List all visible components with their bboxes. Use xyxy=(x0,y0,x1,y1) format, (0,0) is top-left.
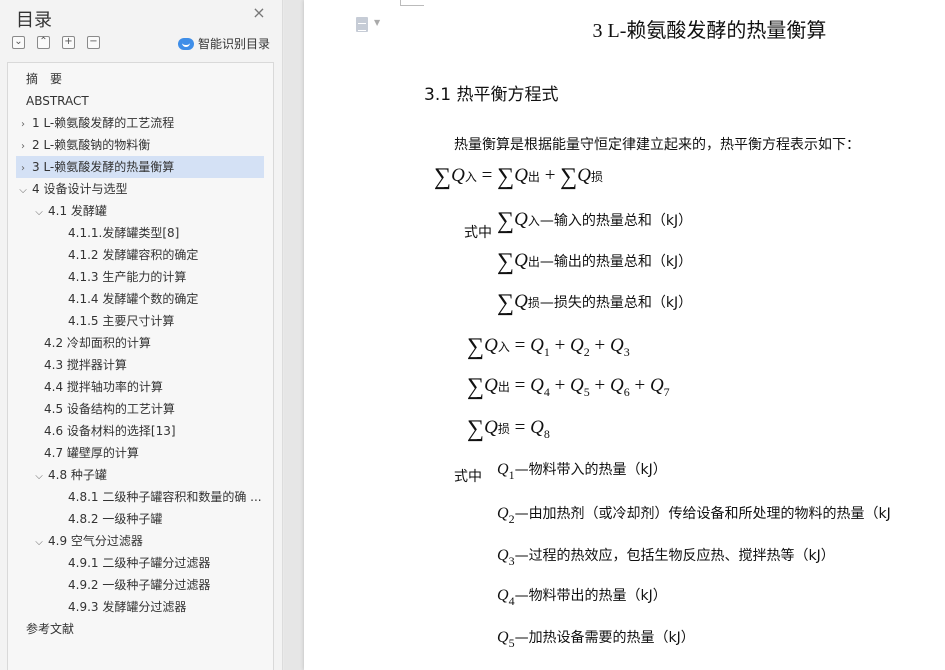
def-loss-line: ∑Q损—损失的热量总和（kJ） xyxy=(497,290,693,316)
toc-toolbar: ⌄ ⌃ + − xyxy=(12,36,100,49)
toc-item-label: 2 L-赖氨酸钠的物料衡 xyxy=(32,138,151,152)
toc-item[interactable]: ⌵ 4 设备设计与选型 xyxy=(8,178,268,200)
toc-item-label: 3 L-赖氨酸发酵的热量衡算 xyxy=(32,160,175,174)
toc-item-label: 4.1.1.发酵罐类型[8] xyxy=(68,226,180,240)
toc-item[interactable]: 4.9.1 二级种子罐分过滤器 xyxy=(8,552,268,574)
toc-item[interactable]: 4.8.1 二级种子罐容积和数量的确 ... xyxy=(8,486,268,508)
smart-toc-button[interactable]: 智能识别目录 xyxy=(178,35,270,52)
toc-item[interactable]: › 2 L-赖氨酸钠的物料衡 xyxy=(8,134,268,156)
def-out-line: ∑Q出—输出的热量总和（kJ） xyxy=(497,249,693,275)
toc-item[interactable]: 摘 要 xyxy=(8,68,268,90)
toc-item[interactable]: 参考文献 xyxy=(8,618,268,640)
q-definition: Q3—过程的热效应，包括生物反应热、搅拌热等（kJ） xyxy=(497,547,835,568)
toc-item-label: 4.8.1 二级种子罐容积和数量的确 ... xyxy=(68,490,262,504)
expand-all-icon[interactable]: ⌄ xyxy=(12,36,25,49)
cloud-icon xyxy=(178,37,194,50)
chevron-down-icon[interactable]: ⌵ xyxy=(34,202,44,224)
toc-item[interactable]: › 3 L-赖氨酸发酵的热量衡算 xyxy=(16,156,264,178)
where-label-2: 式中 xyxy=(454,469,482,485)
chevron-right-icon[interactable]: › xyxy=(18,136,28,158)
toc-item-label: 4.7 罐壁厚的计算 xyxy=(44,446,139,460)
equation-loss: ∑Q损 = Q8 xyxy=(467,416,550,442)
q-definition: Q2—由加热剂（或冷却剂）传给设备和所处理的物料的热量（kJ xyxy=(497,505,891,526)
toc-item[interactable]: 4.1.2 发酵罐容积的确定 xyxy=(8,244,268,266)
collapse-all-icon[interactable]: ⌃ xyxy=(37,36,50,49)
toc-item[interactable]: ⌵ 4.9 空气分过滤器 xyxy=(8,530,268,552)
toc-item-label: 4.1.5 主要尺寸计算 xyxy=(68,314,175,328)
where-label-1: 式中 xyxy=(464,225,492,241)
toc-item[interactable]: 4.1.5 主要尺寸计算 xyxy=(8,310,268,332)
toc-item[interactable]: 4.9.2 一级种子罐分过滤器 xyxy=(8,574,268,596)
smart-toc-label: 智能识别目录 xyxy=(198,37,271,51)
intro-paragraph: 热量衡算是根据能量守恒定律建立起来的，热平衡方程表示如下： xyxy=(454,137,860,153)
page-corner-mark xyxy=(400,0,424,6)
toc-item-label: 4.3 搅拌器计算 xyxy=(44,358,127,372)
def-in-line: ∑Q入—输入的热量总和（kJ） xyxy=(497,208,693,234)
add-heading-icon[interactable]: + xyxy=(62,36,75,49)
document-area: ▼ 3 L-赖氨酸发酵的热量衡算 3.1 热平衡方程式 热量衡算是根据能量守恒定… xyxy=(284,0,945,670)
toc-item[interactable]: ⌵ 4.8 种子罐 xyxy=(8,464,268,486)
chevron-down-icon[interactable]: ⌵ xyxy=(34,466,44,488)
toc-item[interactable]: 4.1.3 生产能力的计算 xyxy=(8,266,268,288)
toc-item[interactable]: 4.1.1.发酵罐类型[8] xyxy=(8,222,268,244)
toc-item[interactable]: ⌵ 4.1 发酵罐 xyxy=(8,200,268,222)
toc-item-label: 4.8 种子罐 xyxy=(48,468,107,482)
main-equation: ∑Q入 = ∑Q出 + ∑Q损 xyxy=(434,164,604,190)
toc-item-label: 4.9.1 二级种子罐分过滤器 xyxy=(68,556,211,570)
toc-item-label: 4.8.2 一级种子罐 xyxy=(68,512,163,526)
q-definition: Q4—物料带出的热量（kJ） xyxy=(497,587,667,608)
toc-item-label: 4.1.3 生产能力的计算 xyxy=(68,270,187,284)
toc-item-label: 4.1.4 发酵罐个数的确定 xyxy=(68,292,199,306)
toc-item[interactable]: 4.6 设备材料的选择[13] xyxy=(8,420,268,442)
toc-item[interactable]: 4.2 冷却面积的计算 xyxy=(8,332,268,354)
chevron-down-icon[interactable]: ⌵ xyxy=(18,180,28,202)
equation-out: ∑Q出 = Q4 + Q5 + Q6 + Q7 xyxy=(467,374,670,400)
toc-item[interactable]: 4.9.3 发酵罐分过滤器 xyxy=(8,596,268,618)
chevron-down-icon[interactable]: ⌵ xyxy=(34,532,44,554)
toc-item[interactable]: 4.7 罐壁厚的计算 xyxy=(8,442,268,464)
q-definition: Q5—加热设备需要的热量（kJ） xyxy=(497,629,695,650)
chevron-right-icon[interactable]: › xyxy=(18,158,28,180)
sidebar-title: 目录 xyxy=(16,10,52,31)
toc-item-label: ABSTRACT xyxy=(26,94,89,108)
chapter-title: 3 L-赖氨酸发酵的热量衡算 xyxy=(592,20,827,42)
toc-sidebar: 目录 × ⌄ ⌃ + − 智能识别目录 摘 要 ABSTRACT › 1 L-赖氨酸发… xyxy=(0,0,283,670)
toc-item-label: 4.1 发酵罐 xyxy=(48,204,107,218)
toc-item-label: 4 设备设计与选型 xyxy=(32,182,128,196)
toc-item[interactable]: 4.8.2 一级种子罐 xyxy=(8,508,268,530)
toc-item-label: 4.5 设备结构的工艺计算 xyxy=(44,402,175,416)
toc-item-label: 4.1.2 发酵罐容积的确定 xyxy=(68,248,199,262)
close-icon[interactable]: × xyxy=(252,5,266,21)
toc-item-label: 4.2 冷却面积的计算 xyxy=(44,336,151,350)
chevron-right-icon[interactable]: › xyxy=(18,114,28,136)
section-title: 3.1 热平衡方程式 xyxy=(424,85,559,105)
toc-item-label: 摘 要 xyxy=(26,72,63,86)
toc-item[interactable]: › 1 L-赖氨酸发酵的工艺流程 xyxy=(8,112,268,134)
toc-list: 摘 要 ABSTRACT › 1 L-赖氨酸发酵的工艺流程 › 2 L-赖氨酸钠的物料衡 ›… xyxy=(7,62,274,670)
toc-item-label: 4.9.3 发酵罐分过滤器 xyxy=(68,600,187,614)
toc-item-label: 4.6 设备材料的选择[13] xyxy=(44,424,176,438)
q-definition: Q1—物料带入的热量（kJ） xyxy=(497,461,667,482)
equation-in: ∑Q入 = Q1 + Q2 + Q3 xyxy=(467,334,630,360)
remove-heading-icon[interactable]: − xyxy=(87,36,100,49)
toc-item-label: 4.4 搅拌轴功率的计算 xyxy=(44,380,163,394)
toc-item-label: 参考文献 xyxy=(26,622,75,636)
document-page[interactable]: ▼ 3 L-赖氨酸发酵的热量衡算 3.1 热平衡方程式 热量衡算是根据能量守恒定… xyxy=(304,0,945,670)
toc-item[interactable]: 4.4 搅拌轴功率的计算 xyxy=(8,376,268,398)
toc-item[interactable]: 4.1.4 发酵罐个数的确定 xyxy=(8,288,268,310)
toc-item[interactable]: 4.5 设备结构的工艺计算 xyxy=(8,398,268,420)
toc-item-label: 1 L-赖氨酸发酵的工艺流程 xyxy=(32,116,175,130)
toc-item[interactable]: 4.3 搅拌器计算 xyxy=(8,354,268,376)
toc-item-label: 4.9 空气分过滤器 xyxy=(48,534,143,548)
toc-item-label: 4.9.2 一级种子罐分过滤器 xyxy=(68,578,211,592)
toc-item[interactable]: ABSTRACT xyxy=(8,90,268,112)
